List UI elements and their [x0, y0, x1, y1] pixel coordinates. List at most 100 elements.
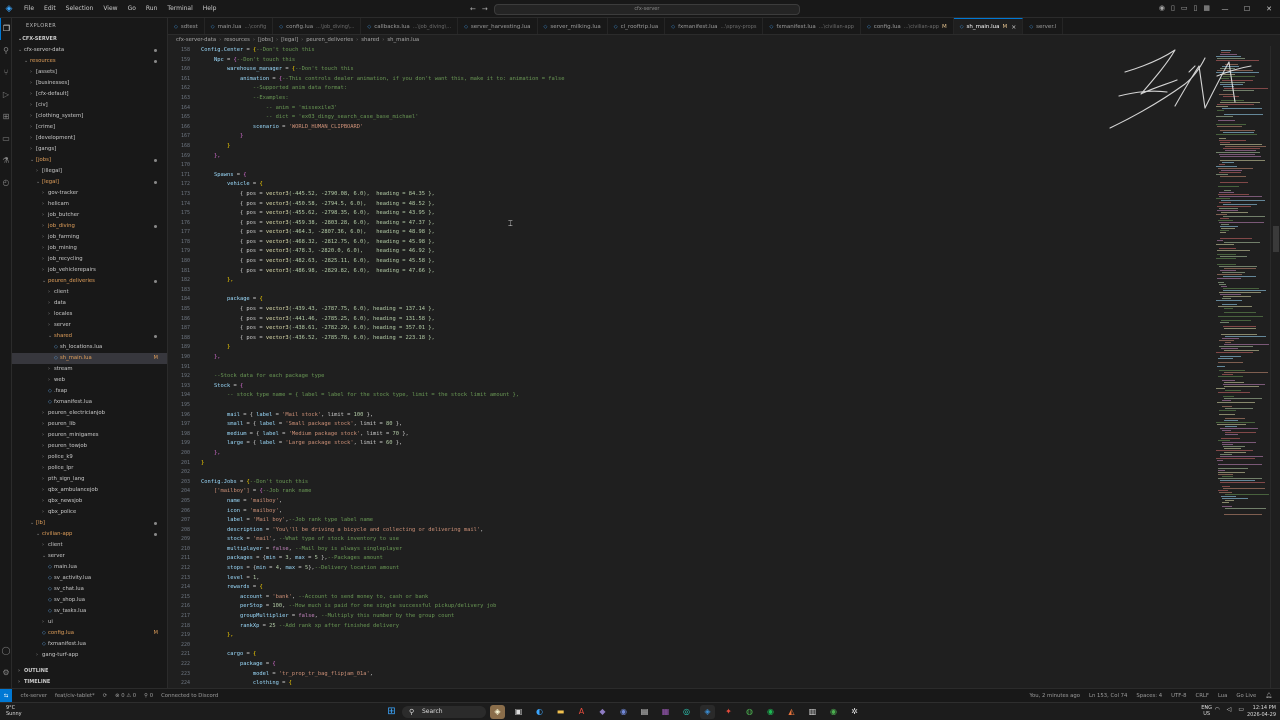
app-icon-box[interactable]: ▥ — [805, 705, 820, 719]
go-live-button[interactable]: Go Live — [1236, 693, 1256, 699]
code-line[interactable]: } — [201, 132, 565, 142]
menu-file[interactable]: File — [19, 5, 39, 12]
tree-folder-item[interactable]: › pth_sign_lang — [12, 474, 167, 485]
tree-folder-item[interactable]: › [illegal] — [12, 166, 167, 177]
code-editor[interactable]: 158 159 160 161 162 163 164 165 166 167 168 169 170 1… — [168, 46, 1212, 688]
code-line[interactable]: { pos = vector3(-468.32, -2812.75, 6.0),… — [201, 238, 565, 248]
tree-folder-item[interactable]: › [cfx-default] — [12, 89, 167, 100]
breadcrumb-item[interactable]: [legal] — [281, 37, 298, 43]
code-line[interactable]: description = 'You\'ll be driving a bicy… — [201, 526, 565, 536]
code-line[interactable] — [201, 641, 565, 651]
code-line[interactable]: icon = 'mailboy', — [201, 507, 565, 517]
code-line[interactable]: }, — [201, 353, 565, 363]
tree-folder-item[interactable]: › gang-turf-app — [12, 650, 167, 661]
app-icon-terminal[interactable]: ▤ — [637, 705, 652, 719]
sync-icon[interactable]: ⟳ — [103, 693, 107, 699]
tab[interactable]: ◇ main.lua ...\config — [205, 18, 274, 34]
vscode-app-icon[interactable]: ◈ — [700, 705, 715, 719]
code-line[interactable]: medium = { label = 'Medium package stock… — [201, 430, 565, 440]
code-line[interactable]: { pos = vector3(-445.52, -2790.08, 6.0),… — [201, 190, 565, 200]
code-line[interactable]: { pos = vector3(-482.63, -2825.11, 6.0),… — [201, 257, 565, 267]
extensions-icon[interactable]: ⊞ — [0, 106, 12, 128]
tree-file-item[interactable]: ◇ sv_activity.lua — [12, 573, 167, 584]
menu-edit[interactable]: Edit — [39, 5, 61, 12]
code-line[interactable]: { pos = vector3(-478.3, -2820.0, 6.0), h… — [201, 247, 565, 257]
app-icon-purple[interactable]: ◆ — [595, 705, 610, 719]
code-line[interactable]: }, — [201, 449, 565, 459]
code-line[interactable] — [201, 363, 565, 373]
tab[interactable]: ◇ fxmanifest.lua ...\civilian-app — [763, 18, 861, 34]
tree-folder-item[interactable]: › peuren_electricianjob — [12, 408, 167, 419]
tab[interactable]: ◇ config.lua ...\job_diving\... — [273, 18, 362, 34]
code-line[interactable]: }, — [201, 631, 565, 641]
tree-file-item[interactable]: ◇ .fxap — [12, 386, 167, 397]
remote-explorer-icon[interactable]: ▭ — [0, 128, 12, 150]
code-line[interactable]: Npc = {--Don't touch this — [201, 56, 565, 66]
code-line[interactable]: warehouse_manager = {--Don't touch this — [201, 65, 565, 75]
code-line[interactable]: -- dict = 'ex03_dingy_search_case_base_m… — [201, 113, 565, 123]
tree-folder-item[interactable]: ⌄ server — [12, 551, 167, 562]
tree-folder-item[interactable]: › [gangs] — [12, 144, 167, 155]
discord-app-icon[interactable]: ◉ — [616, 705, 631, 719]
wifi-icon[interactable]: ◠ — [1214, 706, 1219, 713]
weather-widget[interactable]: 9°C Sunny — [6, 705, 22, 717]
app-icon-green[interactable]: ◉ — [826, 705, 841, 719]
breadcrumb-item[interactable]: shared — [361, 37, 379, 43]
tree-folder-item[interactable]: › helicam — [12, 199, 167, 210]
copilot-icon[interactable]: ◉ — [1159, 4, 1165, 12]
tree-file-item[interactable]: ◇ fxmanifest.lua — [12, 397, 167, 408]
minimize-button[interactable]: — — [1214, 0, 1236, 18]
code-line[interactable]: --Examples: — [201, 94, 565, 104]
cursor-position[interactable]: Ln 153, Col 74 — [1089, 693, 1127, 699]
code-line[interactable]: scenario = 'WORLD_HUMAN_CLIPBOARD' — [201, 123, 565, 133]
explorer-icon[interactable]: ❐ — [0, 18, 12, 40]
task-view-icon[interactable]: ▣ — [511, 705, 526, 719]
remote-indicator[interactable]: ⇆ — [0, 688, 13, 703]
tree-file-item[interactable]: ◇ config.lua M — [12, 628, 167, 639]
tree-file-item[interactable]: ◇ main.lua — [12, 562, 167, 573]
testing-icon[interactable]: ⚗ — [0, 150, 12, 172]
accounts-icon[interactable]: ◯ — [0, 640, 12, 662]
tree-folder-item[interactable]: › [clothing_system] — [12, 111, 167, 122]
code-line[interactable]: packages = {min = 3, max = 5 },--Package… — [201, 554, 565, 564]
code-line[interactable]: { pos = vector3(-464.3, -2807.36, 6.0), … — [201, 228, 565, 238]
ports-indicator[interactable]: ⚲ 0 — [144, 693, 153, 699]
tree-file-item[interactable]: ◇ sv_shop.lua — [12, 595, 167, 606]
code-line[interactable]: groupMultiplier = false, --Multiply this… — [201, 612, 565, 622]
tree-folder-item[interactable]: › job_vehiclerepairs — [12, 265, 167, 276]
tab[interactable]: ◇ config.lua ...\civilian-app M — [861, 18, 954, 34]
code-line[interactable]: { pos = vector3(-438.61, -2782.29, 6.0),… — [201, 324, 565, 334]
code-line[interactable]: }, — [201, 152, 565, 162]
code-line[interactable]: ['mailboy'] = {--Job rank name — [201, 487, 565, 497]
workspace-root[interactable]: ⌄CFX-SERVER — [12, 34, 167, 45]
app-icon-teal[interactable]: ◎ — [679, 705, 694, 719]
git-branch[interactable]: feat/civ-tablet* — [55, 693, 95, 699]
tree-file-item[interactable]: ◇ sv_tasks.lua — [12, 606, 167, 617]
tree-folder-item[interactable]: › client — [12, 540, 167, 551]
code-line[interactable] — [201, 161, 565, 171]
tree-folder-item[interactable]: › data — [12, 298, 167, 309]
maximize-button[interactable]: ☐ — [1236, 0, 1258, 18]
code-line[interactable]: { pos = vector3(-439.43, -2787.75, 6.0),… — [201, 305, 565, 315]
outline-section[interactable]: › OUTLINE — [12, 666, 167, 677]
tree-folder-item[interactable]: ⌄ peuren_deliveries — [12, 276, 167, 287]
tree-folder-item[interactable]: › police_k9 — [12, 452, 167, 463]
tab-active[interactable]: ◇ sh_main.lua M × — [953, 18, 1024, 34]
tree-folder-item[interactable]: › stream — [12, 364, 167, 375]
code-line[interactable]: } — [201, 459, 565, 469]
code-line[interactable]: Stock = { — [201, 382, 565, 392]
tree-folder-item[interactable]: › qbx_newsjob — [12, 496, 167, 507]
back-arrow-icon[interactable]: ← — [470, 5, 476, 13]
taskbar-search[interactable]: ⚲ Search — [402, 706, 486, 718]
code-line[interactable]: { pos = vector3(-450.58, -2794.5, 6.0), … — [201, 200, 565, 210]
breadcrumb-item[interactable]: resources — [224, 37, 250, 43]
encoding[interactable]: UTF-8 — [1171, 693, 1186, 699]
code-line[interactable]: stops = {min = 4, max = 5},--Delivery lo… — [201, 564, 565, 574]
taskbar-clock[interactable]: 12:14 PM 2026-04-29 — [1247, 705, 1276, 719]
tab[interactable]: ◇ server.l — [1023, 18, 1064, 34]
breadcrumb-item[interactable]: peuren_deliveries — [306, 37, 353, 43]
windows-start-icon[interactable]: ⊞ — [386, 706, 397, 717]
tree-folder-item[interactable]: ⌄ civilian-app — [12, 529, 167, 540]
menu-terminal[interactable]: Terminal — [162, 5, 197, 12]
app-icon-gear[interactable]: ✲ — [847, 705, 862, 719]
